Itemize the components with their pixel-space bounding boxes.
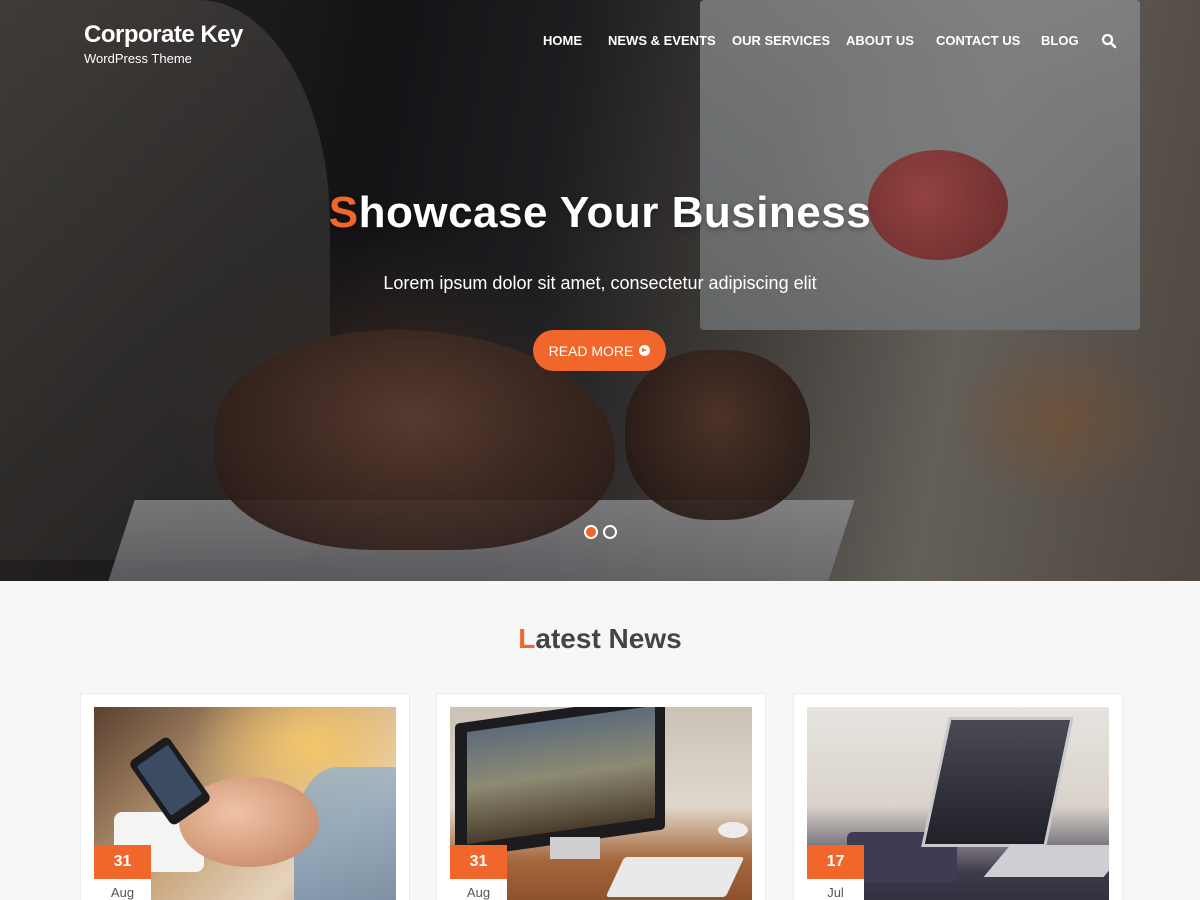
post-date-month: Jul bbox=[807, 879, 864, 900]
main-navigation: HOME NEWS & EVENTS OUR SERVICES ABOUT US… bbox=[0, 33, 1200, 49]
hero-slider: Corporate Key WordPress Theme HOME NEWS … bbox=[0, 0, 1200, 581]
nav-item-home[interactable]: HOME bbox=[543, 33, 582, 48]
post-date-badge: 31 Aug bbox=[450, 845, 507, 900]
photo-laptop-screen bbox=[921, 717, 1074, 847]
arrow-circle-right-icon bbox=[639, 345, 651, 356]
photo-monitor bbox=[455, 707, 665, 859]
nav-item-about-us[interactable]: ABOUT US bbox=[846, 33, 914, 48]
phone-in-hands-photo[interactable]: 31 Aug bbox=[94, 707, 396, 900]
photo-monitor-screen bbox=[467, 707, 655, 845]
post-date-badge: 31 Aug bbox=[94, 845, 151, 900]
site-tagline: WordPress Theme bbox=[84, 51, 192, 66]
latest-news-accent-letter: L bbox=[518, 623, 536, 654]
hero-title-accent-letter: S bbox=[328, 188, 359, 237]
latest-news-heading: Latest News bbox=[0, 623, 1200, 655]
news-card[interactable]: 31 Aug bbox=[80, 693, 410, 900]
news-card[interactable]: 17 Jul bbox=[793, 693, 1123, 900]
read-more-button[interactable]: READ MORE bbox=[533, 330, 666, 371]
hero-subtitle: Lorem ipsum dolor sit amet, consectetur … bbox=[383, 273, 817, 293]
photo-monitor-stand bbox=[550, 837, 600, 859]
news-card[interactable]: 31 Aug bbox=[436, 693, 766, 900]
nav-item-news-events[interactable]: NEWS & EVENTS bbox=[608, 33, 716, 48]
slider-dot-2[interactable] bbox=[603, 525, 617, 539]
post-date-month: Aug bbox=[94, 879, 151, 900]
latest-news-text: atest News bbox=[535, 623, 682, 654]
hero-title: Showcase Your Business bbox=[0, 188, 1200, 238]
nav-item-blog[interactable]: BLOG bbox=[1041, 33, 1079, 48]
post-date-day: 31 bbox=[450, 845, 507, 879]
search-icon[interactable] bbox=[1101, 33, 1117, 49]
nav-item-contact-us[interactable]: CONTACT US bbox=[936, 33, 1020, 48]
read-more-label: READ MORE bbox=[548, 342, 634, 359]
slider-dot-1[interactable] bbox=[584, 525, 598, 539]
photo-laptop-base bbox=[983, 845, 1109, 877]
post-date-month: Aug bbox=[450, 879, 507, 900]
desktop-monitor-photo[interactable]: 31 Aug bbox=[450, 707, 752, 900]
slider-pagination bbox=[584, 525, 617, 539]
photo-mouse bbox=[718, 822, 748, 838]
post-date-day: 31 bbox=[94, 845, 151, 879]
post-date-badge: 17 Jul bbox=[807, 845, 864, 900]
nav-item-our-services[interactable]: OUR SERVICES bbox=[732, 33, 830, 48]
laptop-desk-photo[interactable]: 17 Jul bbox=[807, 707, 1109, 900]
photo-keyboard bbox=[605, 857, 745, 897]
post-date-day: 17 bbox=[807, 845, 864, 879]
hero-title-text: howcase Your Business bbox=[358, 188, 872, 237]
